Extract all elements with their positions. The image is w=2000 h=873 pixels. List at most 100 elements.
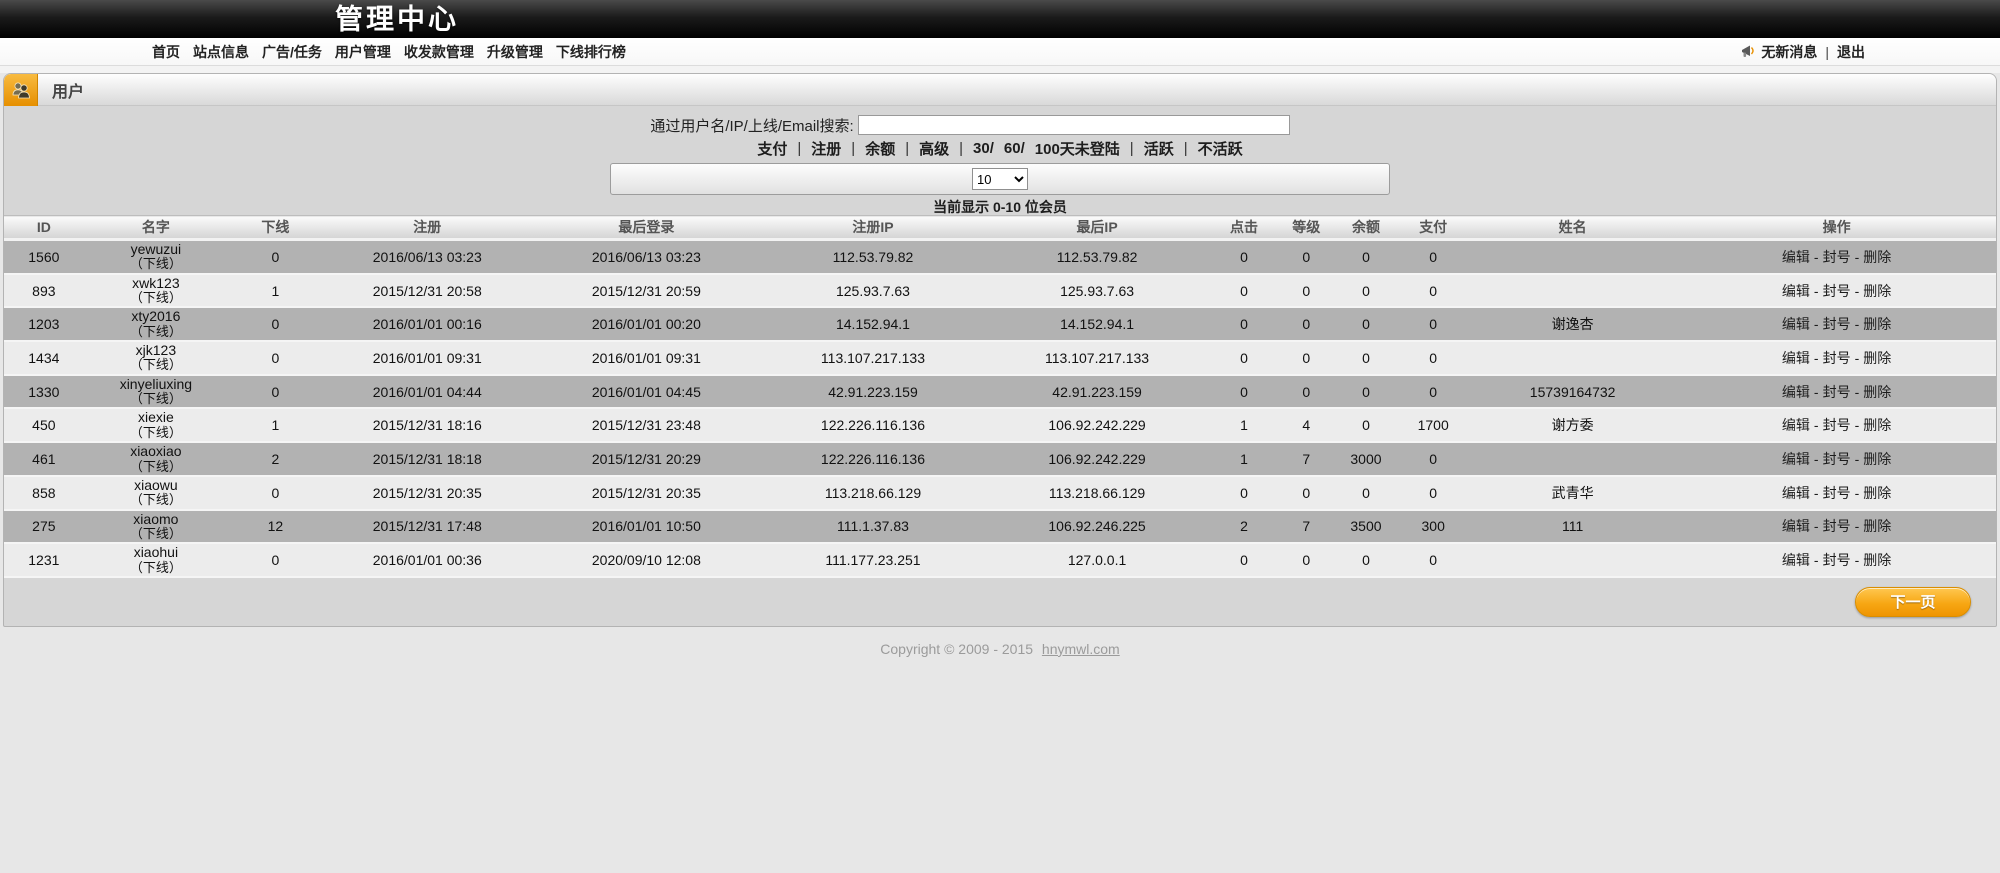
- cell-name: xty2016 （下线）: [84, 307, 228, 341]
- filter-item[interactable]: 不活跃: [1198, 138, 1243, 159]
- search-input[interactable]: [858, 115, 1290, 135]
- ban-link[interactable]: 封号: [1823, 451, 1851, 467]
- nav-item[interactable]: 下线排行榜: [556, 42, 626, 62]
- offline-tag: （下线）: [86, 291, 226, 305]
- copyright-text: Copyright © 2009 - 2015: [880, 641, 1033, 657]
- filter-item[interactable]: 支付: [757, 138, 787, 159]
- column-header: ID: [4, 216, 84, 240]
- cell-paid: 0: [1398, 240, 1468, 274]
- ban-link[interactable]: 封号: [1823, 417, 1851, 433]
- cell-reg-ip: 112.53.79.82: [761, 240, 985, 274]
- cell-clicks: 0: [1209, 375, 1279, 409]
- cell-level: 0: [1279, 543, 1334, 577]
- delete-link[interactable]: 删除: [1863, 417, 1891, 433]
- column-header: 姓名: [1468, 216, 1677, 240]
- ban-link[interactable]: 封号: [1823, 384, 1851, 400]
- nav-item[interactable]: 首页: [152, 42, 180, 62]
- cell-paid: 0: [1398, 375, 1468, 409]
- delete-link[interactable]: 删除: [1863, 249, 1891, 265]
- delete-link[interactable]: 删除: [1863, 518, 1891, 534]
- edit-link[interactable]: 编辑: [1782, 417, 1810, 433]
- cell-paid: 1700: [1398, 408, 1468, 442]
- cell-balance: 0: [1334, 408, 1399, 442]
- action-dash: -: [1855, 485, 1860, 501]
- cell-last-ip: 113.218.66.129: [985, 476, 1209, 510]
- ban-link[interactable]: 封号: [1823, 249, 1851, 265]
- filter-item[interactable]: 活跃: [1144, 138, 1174, 159]
- column-header: 余额: [1334, 216, 1399, 240]
- ban-link[interactable]: 封号: [1823, 518, 1851, 534]
- action-dash: -: [1814, 350, 1819, 366]
- table-row: 1231 xiaohui （下线） 0 2016/01/01 00:36 202…: [4, 543, 1996, 577]
- nav-item[interactable]: 用户管理: [335, 42, 391, 62]
- cell-registered: 2015/12/31 17:48: [323, 510, 532, 544]
- cell-downline: 2: [228, 442, 323, 476]
- app-title: 管理中心: [335, 0, 459, 37]
- table-row: 450 xiexie （下线） 1 2015/12/31 18:16 2015/…: [4, 408, 1996, 442]
- messages-link[interactable]: 无新消息: [1741, 42, 1817, 62]
- delete-link[interactable]: 删除: [1863, 485, 1891, 501]
- nav-item[interactable]: 升级管理: [487, 42, 543, 62]
- delete-link[interactable]: 删除: [1863, 451, 1891, 467]
- page-size-select[interactable]: 10: [972, 168, 1028, 190]
- edit-link[interactable]: 编辑: [1782, 518, 1810, 534]
- filter-item[interactable]: 30/: [973, 140, 994, 157]
- ban-link[interactable]: 封号: [1823, 485, 1851, 501]
- cell-paid: 0: [1398, 476, 1468, 510]
- filter-item[interactable]: 60/: [1004, 140, 1025, 157]
- cell-balance: 0: [1334, 274, 1399, 308]
- nav-item[interactable]: 收发款管理: [404, 42, 474, 62]
- cell-id: 1203: [4, 307, 84, 341]
- ban-link[interactable]: 封号: [1823, 552, 1851, 568]
- ban-link[interactable]: 封号: [1823, 350, 1851, 366]
- filter-item[interactable]: 高级: [919, 138, 949, 159]
- cell-clicks: 2: [1209, 510, 1279, 544]
- edit-link[interactable]: 编辑: [1782, 316, 1810, 332]
- edit-link[interactable]: 编辑: [1782, 249, 1810, 265]
- delete-link[interactable]: 删除: [1863, 283, 1891, 299]
- cell-reg-ip: 42.91.223.159: [761, 375, 985, 409]
- cell-actions: 编辑-封号-删除: [1677, 408, 1996, 442]
- logout-link[interactable]: 退出: [1837, 42, 1865, 62]
- site-link[interactable]: hnymwl.com: [1042, 641, 1120, 657]
- delete-link[interactable]: 删除: [1863, 316, 1891, 332]
- cell-balance: 3500: [1334, 510, 1399, 544]
- edit-link[interactable]: 编辑: [1782, 552, 1810, 568]
- action-dash: -: [1814, 283, 1819, 299]
- nav-item[interactable]: 站点信息: [193, 42, 249, 62]
- ban-link[interactable]: 封号: [1823, 283, 1851, 299]
- edit-link[interactable]: 编辑: [1782, 451, 1810, 467]
- nav-item[interactable]: 广告/任务: [262, 42, 322, 62]
- delete-link[interactable]: 删除: [1863, 552, 1891, 568]
- delete-link[interactable]: 删除: [1863, 384, 1891, 400]
- offline-tag: （下线）: [86, 257, 226, 271]
- cell-actions: 编辑-封号-删除: [1677, 307, 1996, 341]
- filter-item[interactable]: 100天未登陆: [1035, 138, 1120, 159]
- delete-link[interactable]: 删除: [1863, 350, 1891, 366]
- result-count: 当前显示 0-10 位会员: [4, 197, 1996, 213]
- cell-reg-ip: 122.226.116.136: [761, 442, 985, 476]
- username: xiaomo: [86, 512, 226, 527]
- filter-item: |: [851, 140, 855, 157]
- cell-actions: 编辑-封号-删除: [1677, 240, 1996, 274]
- cell-level: 0: [1279, 476, 1334, 510]
- cell-downline: 12: [228, 510, 323, 544]
- filter-row: 支付 | 注册 | 余额 | 高级 | 30/ 60/ 100天未登陆: [4, 138, 1996, 158]
- filter-item[interactable]: 余额: [865, 138, 895, 159]
- action-dash: -: [1814, 417, 1819, 433]
- edit-link[interactable]: 编辑: [1782, 384, 1810, 400]
- filter-item[interactable]: 注册: [811, 138, 841, 159]
- edit-link[interactable]: 编辑: [1782, 350, 1810, 366]
- offline-tag: （下线）: [86, 460, 226, 474]
- cell-balance: 0: [1334, 375, 1399, 409]
- edit-link[interactable]: 编辑: [1782, 485, 1810, 501]
- users-icon-tile: [4, 74, 38, 106]
- panel-body: 通过用户名/IP/上线/Email搜索: 支付 | 注册 | 余额 | 高级 |: [4, 106, 1996, 626]
- nav-right: 无新消息 | 退出: [1741, 42, 1865, 62]
- edit-link[interactable]: 编辑: [1782, 283, 1810, 299]
- offline-tag: （下线）: [86, 493, 226, 507]
- users-panel: 用户 通过用户名/IP/上线/Email搜索: 支付 | 注册 | 余额 | 高…: [3, 73, 1997, 627]
- cell-last-login: 2016/01/01 09:31: [532, 341, 761, 375]
- ban-link[interactable]: 封号: [1823, 316, 1851, 332]
- next-page-button[interactable]: 下一页: [1855, 587, 1971, 617]
